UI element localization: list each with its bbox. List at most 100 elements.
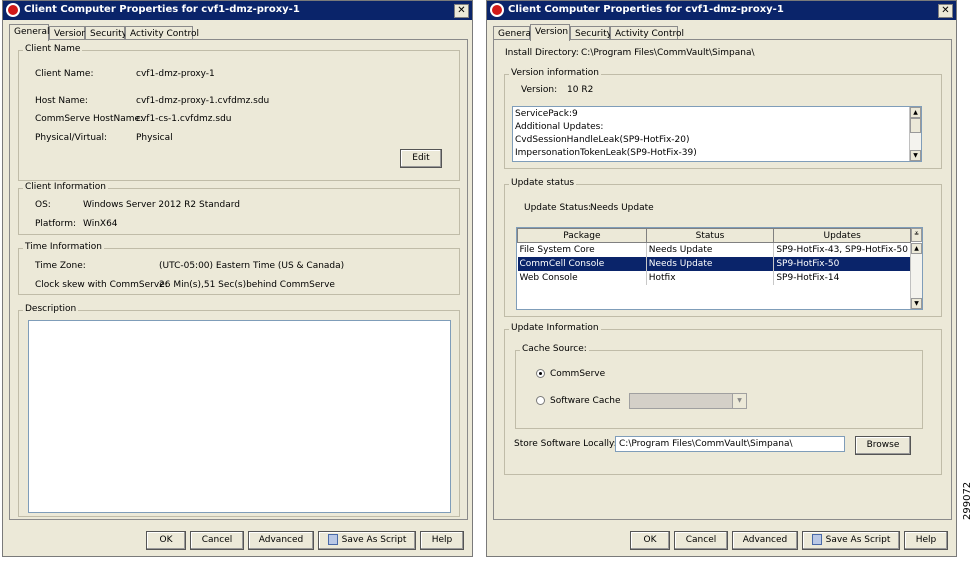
tab-general[interactable]: General [493,26,533,40]
status-cell: Hotfix [646,271,775,285]
app-icon [490,3,504,17]
package-cell: File System Core [517,242,647,257]
script-icon [811,534,822,545]
store-software-label: Store Software Locally: [514,439,617,449]
general-tab-panel: Client Name Client Name: cvf1-dmz-proxy-… [9,39,468,520]
column-header-package[interactable]: Package [517,228,647,243]
ok-button[interactable]: OK [630,531,670,550]
close-icon[interactable]: ✕ [454,4,469,18]
group-title: Update status [509,178,577,188]
updates-cell: SP9-HotFix-43, SP9-HotFix-50 [773,242,911,257]
host-name-value: cvf1-dmz-proxy-1.cvfdmz.sdu [136,96,270,106]
ok-button[interactable]: OK [146,531,186,550]
update-status-table: Package Status Updates File System Core … [516,227,923,310]
scroll-up-icon[interactable]: ▲ [911,243,922,254]
advanced-button[interactable]: Advanced [248,531,314,550]
save-as-script-button[interactable]: Save As Script [318,531,416,550]
list-item: ImpersonationTokenLeak(SP9-HotFix-39) [515,148,697,158]
save-as-script-label: Save As Script [341,535,407,545]
scroll-down-icon[interactable]: ▼ [910,150,921,161]
time-zone-value: (UTC-05:00) Eastern Time (US & Canada) [159,261,345,271]
package-cell: CommCell Console [517,257,647,271]
client-information-group: Client Information OS: Windows Server 20… [18,182,460,235]
description-group: Description [18,304,460,517]
client-name-group: Client Name Client Name: cvf1-dmz-proxy-… [18,44,460,181]
client-name-label: Client Name: [35,69,94,79]
tab-security[interactable]: Security [570,26,612,40]
host-name-label: Host Name: [35,96,88,106]
cancel-button[interactable]: Cancel [190,531,244,550]
table-row[interactable]: Web Console Hotfix SP9-HotFix-14 [517,271,911,285]
scroll-down-icon[interactable]: ▼ [911,298,922,309]
tab-security[interactable]: Security [85,26,127,40]
list-item: ServicePack:9 [515,109,578,119]
tab-general[interactable]: General [9,24,49,41]
cancel-button[interactable]: Cancel [674,531,728,550]
updates-cell: SP9-HotFix-50 [773,257,911,271]
tab-activity-control[interactable]: Activity Control [610,26,684,40]
update-status-value: Needs Update [590,203,654,213]
app-icon [6,3,20,17]
group-title: Cache Source: [520,344,589,354]
title-bar: Client Computer Properties for cvf1-dmz-… [3,1,472,20]
os-value: Windows Server 2012 R2 Standard [83,200,240,210]
group-title: Description [23,304,79,314]
physical-virtual-label: Physical/Virtual: [35,133,108,143]
description-textarea[interactable] [28,320,451,513]
group-title: Update Information [509,323,601,333]
version-value: 10 R2 [567,85,594,95]
column-header-updates[interactable]: Updates [773,228,911,243]
os-label: OS: [35,200,51,210]
package-table: Package Status Updates File System Core … [517,228,911,285]
client-name-value: cvf1-dmz-proxy-1 [136,69,215,79]
vertical-scrollbar[interactable]: ▲ ▼ [909,107,921,161]
commserve-hostname-value: cvf1-cs-1.cvfdmz.sdu [136,114,232,124]
group-title: Client Information [23,182,109,192]
commserve-radio-label: CommServe [550,369,606,379]
save-as-script-label: Save As Script [825,535,891,545]
scroll-thumb[interactable] [910,118,921,133]
time-information-group: Time Information Time Zone: (UTC-05:00) … [18,242,460,295]
time-zone-label: Time Zone: [35,261,86,271]
help-button[interactable]: Help [420,531,464,550]
commserve-hostname-label: CommServe HostName: [35,114,144,124]
version-dialog: Client Computer Properties for cvf1-dmz-… [486,0,957,557]
title-bar: Client Computer Properties for cvf1-dmz-… [487,1,956,20]
tab-version[interactable]: Version [530,24,570,41]
commserve-radio[interactable] [536,369,545,378]
window-title: Client Computer Properties for cvf1-dmz-… [24,4,300,15]
updates-cell: SP9-HotFix-14 [773,271,911,285]
close-icon[interactable]: ✕ [938,4,953,18]
edit-button[interactable]: Edit [400,149,442,168]
tab-version[interactable]: Version [49,26,87,40]
physical-virtual-value: Physical [136,133,173,143]
general-dialog: Client Computer Properties for cvf1-dmz-… [2,0,473,557]
status-cell: Needs Update [646,257,775,271]
software-cache-radio[interactable] [536,396,545,405]
advanced-button[interactable]: Advanced [732,531,798,550]
table-row[interactable]: File System Core Needs Update SP9-HotFix… [517,242,911,257]
version-tab-panel: Install Directory: C:\Program Files\Comm… [493,39,952,520]
software-cache-select[interactable]: ▼ [629,393,747,409]
vertical-scrollbar[interactable]: ▲ ▼ [910,243,922,309]
version-details-list[interactable]: ServicePack:9 Additional Updates: CvdSes… [512,106,922,162]
update-information-group: Update Information Cache Source: CommSer… [504,323,942,475]
save-as-script-button[interactable]: Save As Script [802,531,900,550]
platform-label: Platform: [35,219,76,229]
group-title: Version information [509,68,601,78]
list-item: Additional Updates: [515,122,604,132]
window-title: Client Computer Properties for cvf1-dmz-… [508,4,784,15]
help-button[interactable]: Help [904,531,948,550]
clock-skew-value: 26 Min(s),51 Sec(s)behind CommServe [159,280,335,290]
column-header-status[interactable]: Status [645,228,775,243]
table-row-selected[interactable]: CommCell Console Needs Update SP9-HotFix… [517,257,911,271]
group-title: Client Name [23,44,83,54]
column-chooser-icon[interactable]: ≚ [911,228,922,242]
store-software-path-input[interactable]: C:\Program Files\CommVault\Simpana\ [615,436,845,452]
version-label: Version: [521,85,558,95]
tab-activity-control[interactable]: Activity Control [125,26,199,40]
scroll-up-icon[interactable]: ▲ [910,107,921,118]
browse-button[interactable]: Browse [855,436,911,455]
update-status-group: Update status Update Status: Needs Updat… [504,178,942,317]
version-information-group: Version information Version: 10 R2 Servi… [504,68,942,169]
